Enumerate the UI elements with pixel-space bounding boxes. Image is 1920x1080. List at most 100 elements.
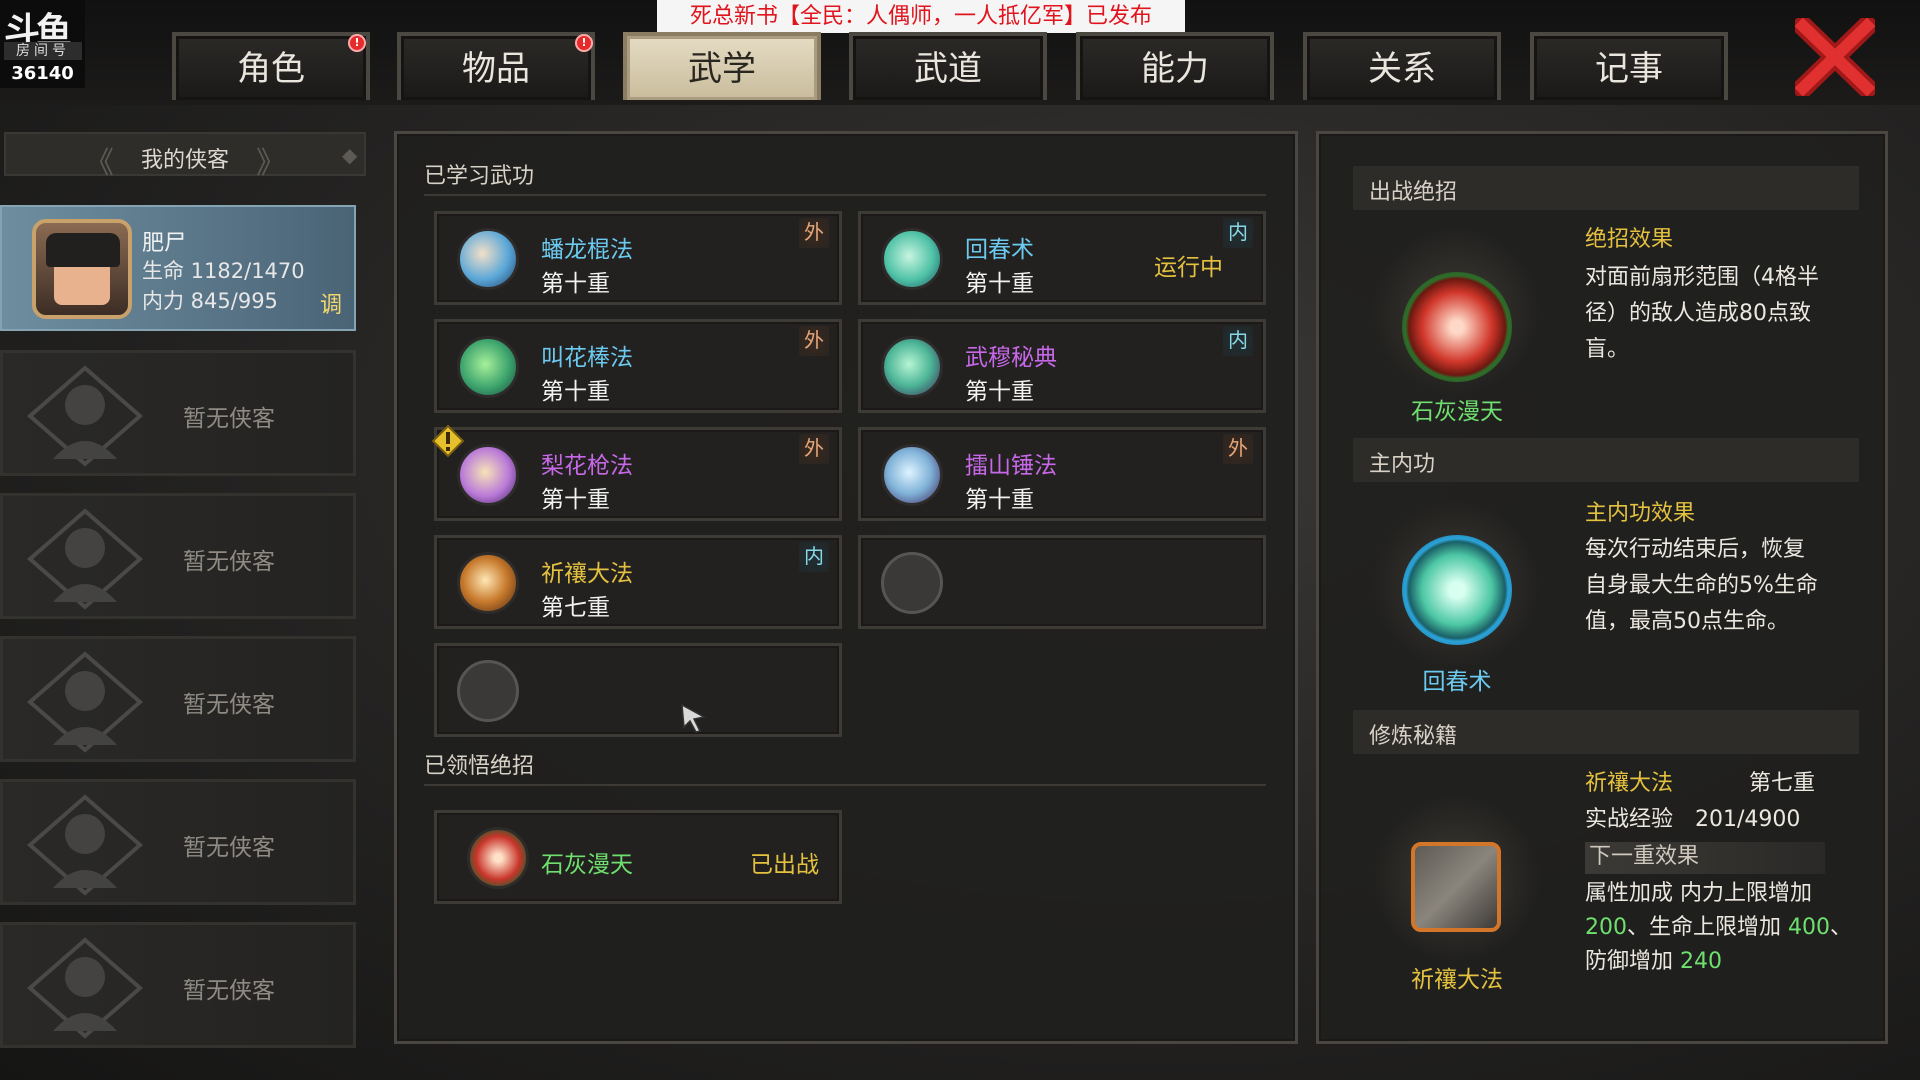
skill-level: 第七重 xyxy=(541,595,610,621)
learned-skills-title: 已学习武功 xyxy=(424,164,535,189)
empty-slot-label: 暂无侠客 xyxy=(183,406,275,432)
character-card[interactable]: 肥尸 生命 1182/1470 内力 845/995 调 xyxy=(0,205,356,331)
potion-main-icon[interactable] xyxy=(1402,535,1512,645)
silhouette-icon xyxy=(26,651,144,753)
close-icon[interactable] xyxy=(1795,18,1875,96)
empty-party-slot[interactable]: 暂无侠客 xyxy=(0,922,356,1048)
ultimates-title: 已领悟绝招 xyxy=(424,754,535,779)
tab-journal[interactable]: 记事 xyxy=(1530,32,1728,100)
tab-martial-arts-label: 武学 xyxy=(688,49,756,89)
tab-items[interactable]: 物品 xyxy=(397,32,595,100)
avatar-hair xyxy=(46,233,120,267)
main-effect-line: 自身最大生命的5%生命 xyxy=(1585,573,1818,598)
silhouette-icon xyxy=(26,508,144,610)
main-inner-head: 主内功 xyxy=(1353,438,1859,482)
empty-skill-slot[interactable] xyxy=(434,643,842,737)
character-mp: 内力 845/995 xyxy=(142,289,278,313)
ultimate-effect-title: 绝招效果 xyxy=(1585,227,1674,252)
ultimate-name: 石灰漫天 xyxy=(541,852,633,878)
ultimate-slot[interactable]: 石灰漫天 已出战 xyxy=(434,810,842,904)
ultimate-name: 石灰漫天 xyxy=(1411,399,1503,425)
empty-party-slot[interactable]: 暂无侠客 xyxy=(0,779,356,905)
skill-type-badge: 外 xyxy=(1223,434,1253,464)
bonus-line: 属性加成 内力上限增加 xyxy=(1585,881,1812,906)
tab-abilities[interactable]: 能力 xyxy=(1076,32,1274,100)
skill-name: 回春术 xyxy=(965,237,1034,263)
warning-icon xyxy=(431,424,465,458)
tab-martial-arts[interactable]: 武学 xyxy=(623,32,821,100)
tab-relations-label: 关系 xyxy=(1368,49,1436,89)
hammer-skill-icon xyxy=(881,444,943,506)
empty-skill-icon xyxy=(457,660,519,722)
divider xyxy=(424,784,1266,786)
skill-slot-jiaohua[interactable]: 叫花棒法 第十重 外 xyxy=(434,319,842,413)
spear-skill-icon xyxy=(457,444,519,506)
paw-ultimate-icon[interactable] xyxy=(1402,272,1512,382)
skill-name: 蟠龙棍法 xyxy=(541,237,633,263)
empty-party-slot[interactable]: 暂无侠客 xyxy=(0,493,356,619)
skill-name: 梨花枪法 xyxy=(541,453,633,479)
exp-label: 实战经验 xyxy=(1585,807,1674,832)
character-tag: 调 xyxy=(320,293,343,318)
tab-character[interactable]: 角色 xyxy=(172,32,370,100)
skill-level: 第十重 xyxy=(965,487,1034,513)
ultimate-status: 已出战 xyxy=(750,852,819,878)
empty-skill-slot[interactable] xyxy=(858,535,1266,629)
empty-slot-label: 暂无侠客 xyxy=(183,692,275,718)
main-inner-head-label: 主内功 xyxy=(1369,452,1436,477)
bonus-value: 240 xyxy=(1680,949,1722,974)
skill-slot-panlong[interactable]: 蟠龙棍法 第十重 外 xyxy=(434,211,842,305)
bonus-text: 、 xyxy=(1830,915,1853,940)
training-book-level: 第七重 xyxy=(1749,771,1816,796)
fan-skill-icon xyxy=(881,336,943,398)
training-book-title: 祈禳大法 xyxy=(1585,771,1674,796)
main-effect-line: 值，最高50点生命。 xyxy=(1585,609,1789,634)
staff-skill-icon xyxy=(457,228,519,290)
ultimate-effect-line: 盲。 xyxy=(1585,337,1630,362)
notification-badge: ! xyxy=(575,34,593,52)
book-icon[interactable] xyxy=(1411,842,1501,932)
chevron-right-icon[interactable]: 》 xyxy=(256,138,286,182)
bonus-defense-line: 防御增加 240 xyxy=(1585,944,1722,980)
skill-type-badge: 内 xyxy=(799,542,829,572)
tab-martial-way[interactable]: 武道 xyxy=(849,32,1047,100)
empty-skill-icon xyxy=(881,552,943,614)
skill-type-badge: 内 xyxy=(1223,218,1253,248)
skill-slot-wumu[interactable]: 武穆秘典 第十重 内 xyxy=(858,319,1266,413)
main-effect-title: 主内功效果 xyxy=(1585,501,1696,526)
potion-skill-icon xyxy=(881,228,943,290)
overlay-banner: 死总新书【全民：人偶师，一人抵亿军】已发布 xyxy=(657,0,1185,33)
skill-slot-huichun[interactable]: 回春术 第十重 运行中 内 xyxy=(858,211,1266,305)
empty-slot-label: 暂无侠客 xyxy=(183,549,275,575)
empty-party-slot[interactable]: 暂无侠客 xyxy=(0,350,356,476)
silhouette-icon xyxy=(26,794,144,896)
skill-name: 武穆秘典 xyxy=(965,345,1057,371)
skill-type-badge: 外 xyxy=(799,218,829,248)
skill-name: 叫花棒法 xyxy=(541,345,633,371)
training-book-head-label: 修炼秘籍 xyxy=(1369,724,1458,749)
skill-running-status: 运行中 xyxy=(1154,255,1223,281)
room-id: 36140 xyxy=(11,63,74,84)
skill-level: 第十重 xyxy=(965,379,1034,405)
tab-martial-way-label: 武道 xyxy=(914,49,982,89)
tab-character-label: 角色 xyxy=(237,49,305,89)
paw-skill-icon xyxy=(467,827,529,889)
skill-name: 擂山锤法 xyxy=(965,453,1057,479)
skill-slot-lihua[interactable]: 梨花枪法 第十重 外 xyxy=(431,424,842,521)
battle-ultimate-head: 出战绝招 xyxy=(1353,166,1859,210)
empty-slot-label: 暂无侠客 xyxy=(183,978,275,1004)
tab-relations[interactable]: 关系 xyxy=(1303,32,1501,100)
skill-level: 第十重 xyxy=(541,379,610,405)
notification-badge: ! xyxy=(348,34,366,52)
skill-slot-leishan[interactable]: 擂山锤法 第十重 外 xyxy=(858,427,1266,521)
flower-skill-icon xyxy=(457,552,519,614)
skill-name: 祈禳大法 xyxy=(541,561,633,587)
bonus-values-line: 200、生命上限增加 400、 xyxy=(1585,910,1852,946)
skill-level: 第十重 xyxy=(541,271,610,297)
next-level-label: 下一重效果 xyxy=(1589,844,1700,869)
skill-slot-qirang[interactable]: 祈禳大法 第七重 内 xyxy=(434,535,842,629)
main-inner-name: 回春术 xyxy=(1422,669,1492,695)
bonus-text: 防御增加 xyxy=(1585,949,1680,974)
ultimate-effect-line: 对面前扇形范围（4格半 xyxy=(1585,265,1819,290)
empty-party-slot[interactable]: 暂无侠客 xyxy=(0,636,356,762)
